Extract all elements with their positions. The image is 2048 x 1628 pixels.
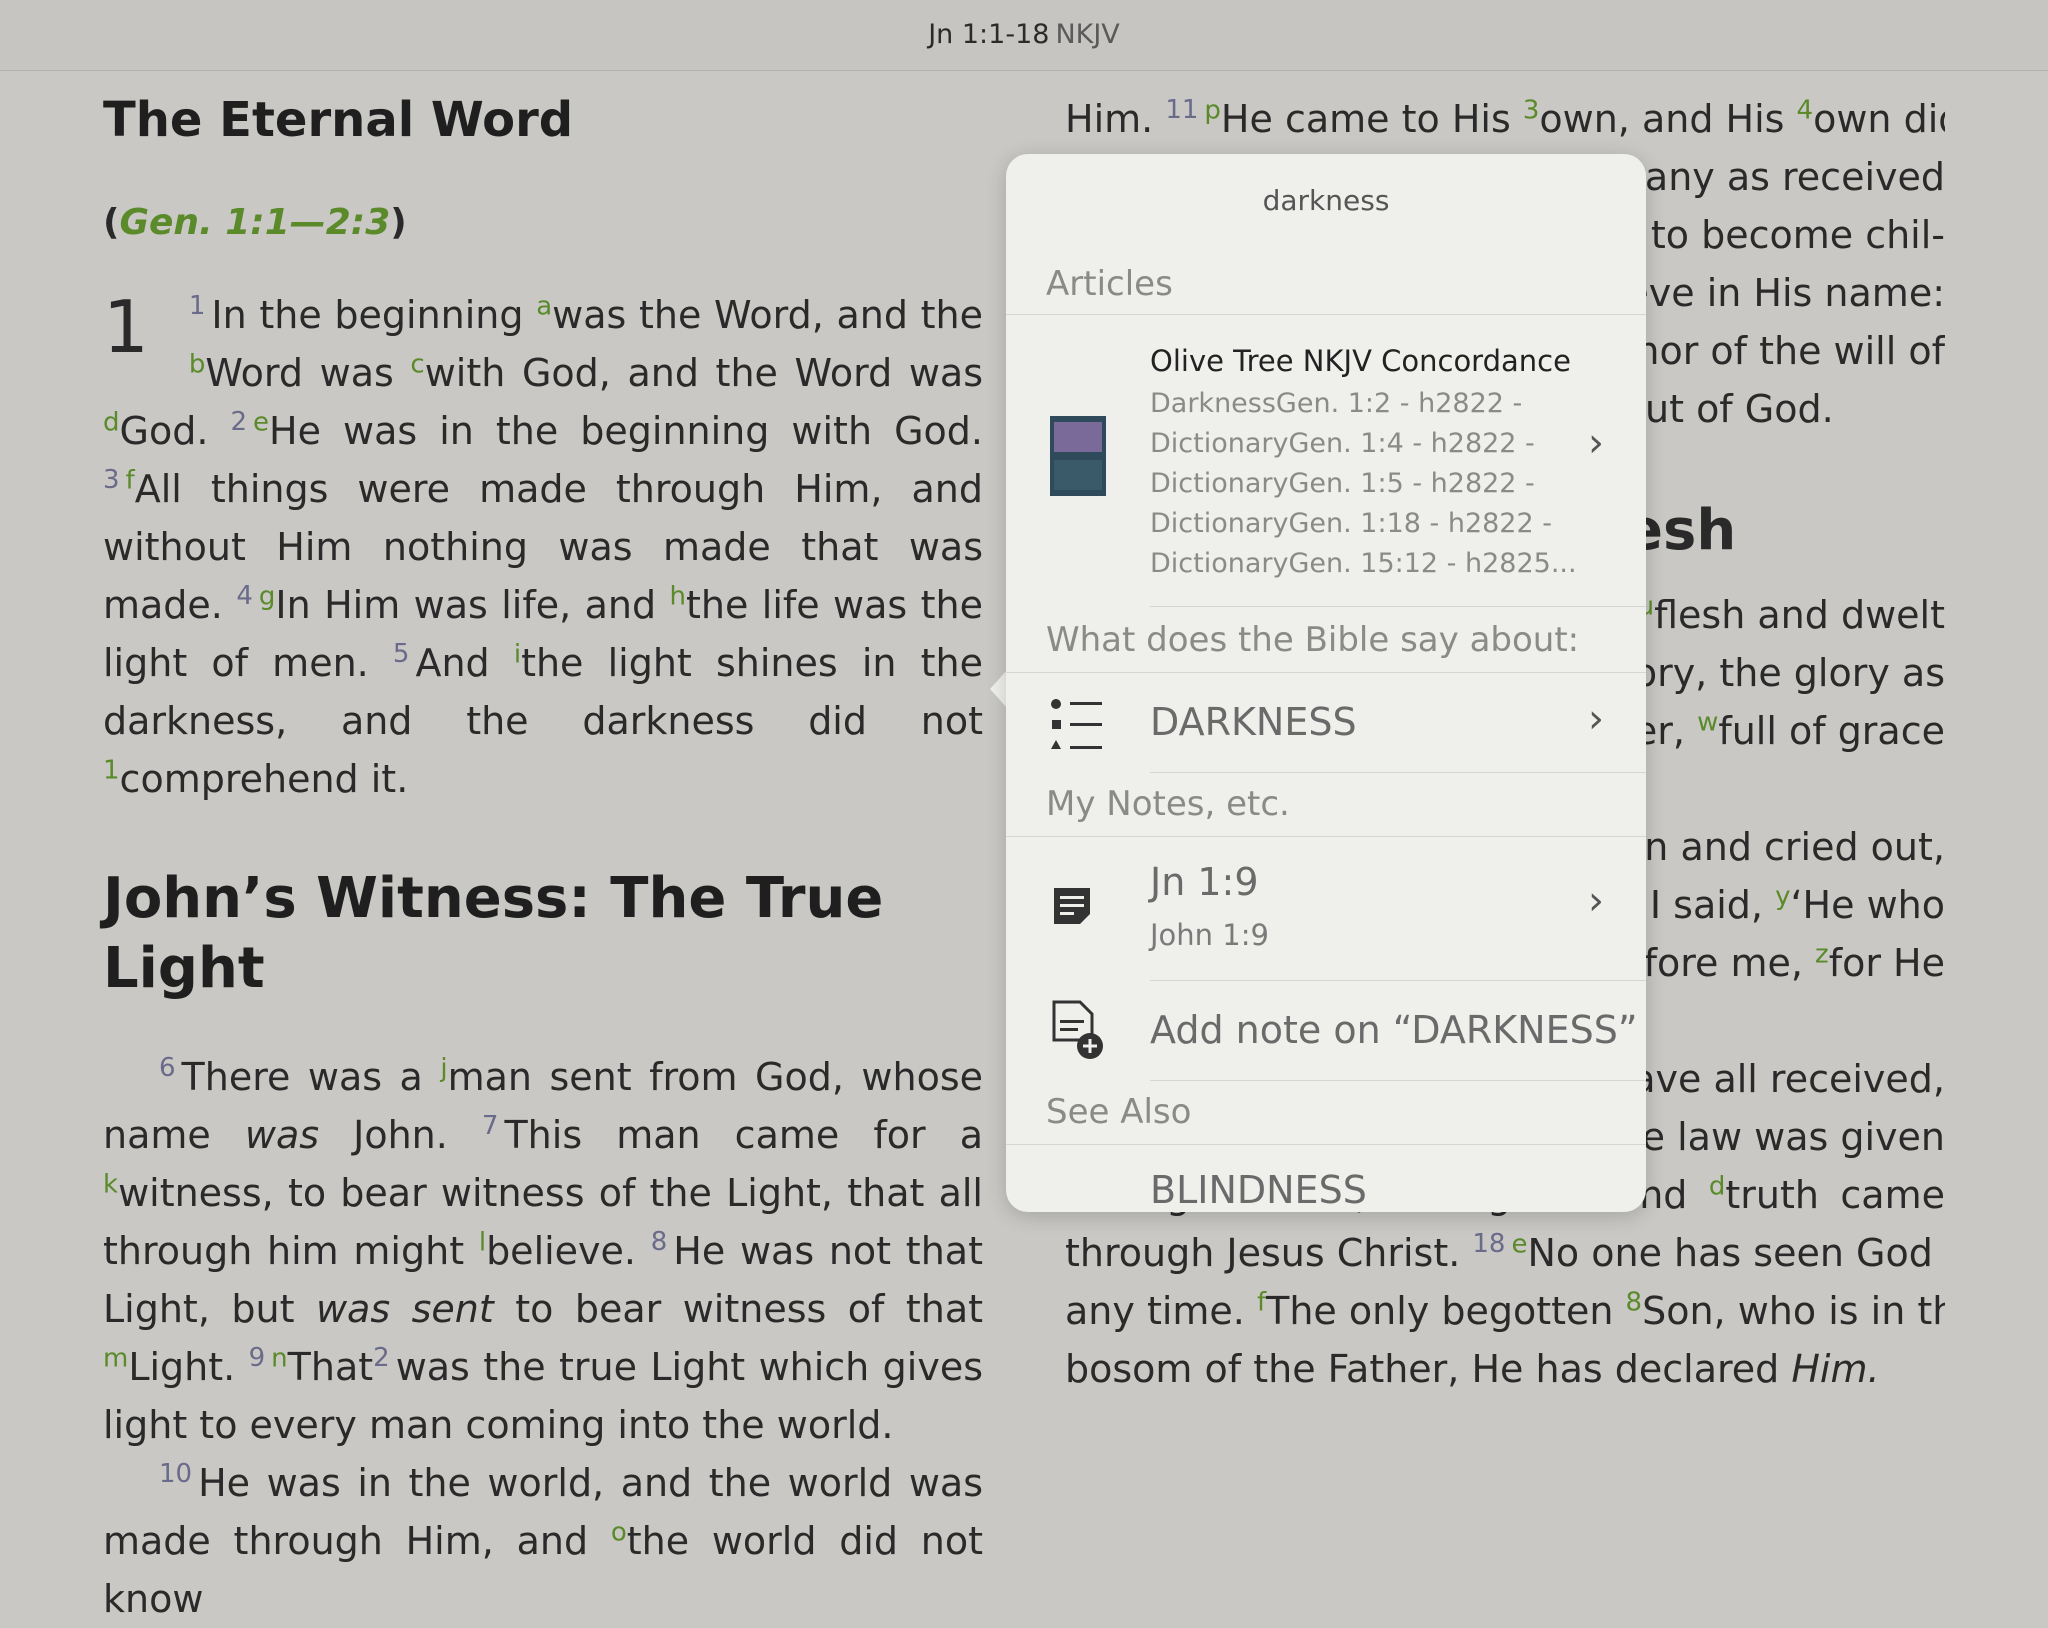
verses-1-5[interactable]: 1 1 In the beginning awas the Word, and t… [103,286,983,808]
note-subtitle: John 1:9 [1150,918,1269,952]
verse-line[interactable]: Him. 11 pHe came to His 3own, and His 4ow… [1065,90,1945,148]
cross-reference-line: (Gen. 1:1—2:3) [103,202,407,243]
see-also-label: See Also [1046,1092,1192,1132]
see-also-blindness-row[interactable]: BLINDNESS [1006,1146,1646,1212]
verse-line[interactable]: bosom of the Father, He has declared Him… [1065,1340,1945,1398]
note-icon [1054,888,1090,924]
concordance-row[interactable]: Olive Tree NKJV Concordance DarknessGen.… [1006,344,1646,579]
top-bar: Jn 1:1-18 NKJV [0,0,2048,71]
add-note-label: Add note on “DARKNESS” [1150,1008,1638,1052]
concordance-title: Olive Tree NKJV Concordance [1150,344,1571,378]
articles-label: Articles [1046,264,1173,304]
section-heading-eternal-word: The Eternal Word [103,92,574,148]
note-reference: Jn 1:9 [1150,860,1259,904]
concordance-entries: DarknessGen. 1:2 - h2822 - DictionaryGen… [1150,384,1577,584]
add-note-icon [1052,1000,1103,1059]
concordance-entry: DictionaryGen. 1:18 - h2822 - [1150,508,1552,539]
note-row[interactable]: Jn 1:9 John 1:9 › [1006,838,1646,978]
topic-label: DARKNESS [1150,700,1357,744]
bible-version[interactable]: NKJV [1055,19,1119,50]
concordance-entry: DarknessGen. 1:2 - h2822 - [1150,388,1523,419]
popup-title: darkness [1262,184,1390,217]
concordance-entry: DictionaryGen. 1:5 - h2822 - [1150,468,1535,499]
verses-6-10[interactable]: 6 There was a jman sent from God, whose n… [103,1048,983,1454]
chapter-number: 1 [103,285,149,369]
verse-line[interactable]: any time. fThe only begotten 8Son, who i… [1065,1282,1945,1340]
verse-line[interactable]: through Jesus Christ. 18 eNo one has seen… [1065,1224,1945,1282]
verse-10[interactable]: 10 He was in the world, and the world was… [103,1454,983,1628]
see-also-item: BLINDNESS [1150,1168,1367,1212]
chevron-right-icon: › [1588,696,1604,742]
my-notes-label: My Notes, etc. [1046,784,1290,824]
add-note-button[interactable]: Add note on “DARKNESS” [1006,982,1646,1082]
passage-reference[interactable]: Jn 1:1-18 [928,19,1049,50]
section-heading-johns-witness: John’s Witness: The True Light [103,866,884,1001]
chevron-right-icon: › [1588,878,1604,924]
topic-list-icon [1051,699,1102,749]
concordance-book-icon [1050,416,1106,496]
left-column: The Eternal Word (Gen. 1:1—2:3) 1 1 In th… [103,90,983,1628]
word-lookup-popup: darkness Articles Olive Tree NKJV Concor… [1006,154,1646,1212]
chevron-right-icon: › [1588,420,1604,466]
concordance-entry: DictionaryGen. 1:4 - h2822 - [1150,428,1535,459]
topic-darkness-row[interactable]: DARKNESS › [1006,674,1646,774]
bible-says-label: What does the Bible say about: [1046,620,1580,660]
cross-reference-link[interactable]: Gen. 1:1—2:3 [119,202,390,243]
concordance-entry: DictionaryGen. 15:12 - h2825... [1150,548,1577,579]
